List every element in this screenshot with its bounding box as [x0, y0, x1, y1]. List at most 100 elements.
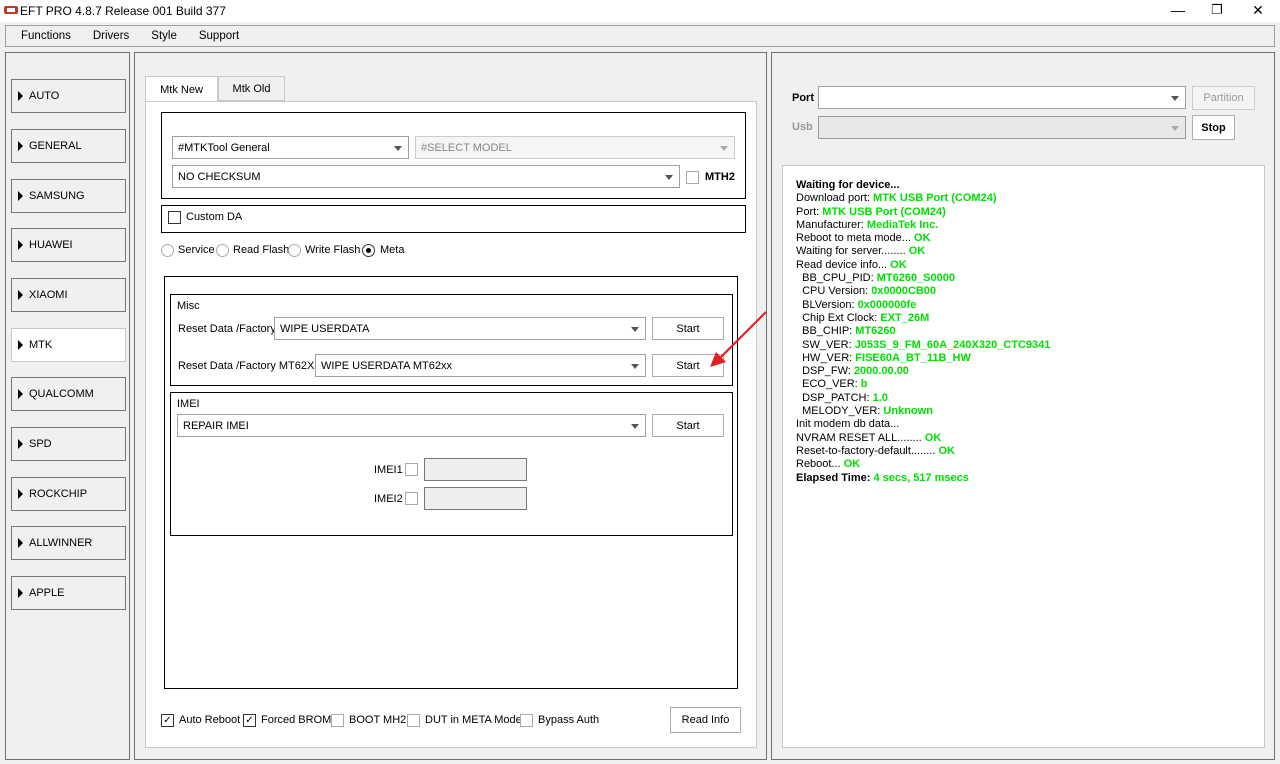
log-text: BB_CPU_PID:	[796, 272, 877, 285]
sidebar-item-qualcomm[interactable]: QUALCOMM	[11, 377, 126, 411]
sidebar-item-general[interactable]: GENERAL	[11, 129, 126, 163]
sidebar-item-samsung[interactable]: SAMSUNG	[11, 179, 126, 213]
reset-factory-mt62xx-select[interactable]: WIPE USERDATA MT62xx	[315, 354, 646, 377]
mth2-checkbox[interactable]	[686, 171, 699, 184]
sidebar-item-apple[interactable]: APPLE	[11, 576, 126, 610]
menu-support[interactable]: Support	[188, 30, 250, 42]
imei1-input[interactable]	[424, 458, 527, 481]
custom-da-checkbox[interactable]	[168, 211, 181, 224]
triangle-right-icon	[18, 91, 23, 101]
usb-select[interactable]	[818, 116, 1186, 139]
menu-style[interactable]: Style	[140, 30, 188, 42]
log-line: Chip Ext Clock: EXT_26M	[796, 312, 1264, 325]
log-line: Reset-to-factory-default........ OK	[796, 445, 1264, 458]
stop-button[interactable]: Stop	[1192, 115, 1235, 140]
sidebar-item-spd[interactable]: SPD	[11, 427, 126, 461]
log-line: BB_CHIP: MT6260	[796, 325, 1264, 338]
imei1-checkbox[interactable]	[405, 463, 418, 476]
triangle-right-icon	[18, 290, 23, 300]
mode-service-radio[interactable]	[161, 244, 174, 257]
tab-mtk-old[interactable]: Mtk Old	[218, 76, 285, 101]
tool-select[interactable]: #MTKTool General	[172, 136, 409, 159]
sidebar-item-allwinner[interactable]: ALLWINNER	[11, 526, 126, 560]
auto-reboot-checkbox[interactable]: ✓	[161, 714, 174, 727]
tab-mtk-new[interactable]: Mtk New	[145, 76, 218, 102]
log-value: OK	[843, 458, 861, 471]
maximize-button[interactable]: ❐	[1197, 0, 1237, 20]
bypass-auth-checkbox[interactable]	[520, 714, 533, 727]
imei-start-button[interactable]: Start	[652, 414, 724, 437]
sidebar-item-label: AUTO	[29, 90, 60, 102]
minimize-button[interactable]: —	[1158, 0, 1198, 20]
sidebar: AUTO GENERAL SAMSUNG HUAWEI XIAOMI MTK Q…	[5, 52, 130, 760]
log-text: BLVersion:	[796, 298, 858, 311]
dut-meta-label: DUT in META Mode	[425, 714, 522, 726]
imei-operation-select[interactable]: REPAIR IMEI	[177, 414, 646, 437]
sidebar-item-auto[interactable]: AUTO	[11, 79, 126, 113]
log-line: Read device info... OK	[796, 259, 1264, 272]
sidebar-item-xiaomi[interactable]: XIAOMI	[11, 278, 126, 312]
chevron-down-icon	[394, 146, 402, 151]
custom-da-group	[161, 205, 746, 233]
mode-read-flash-radio[interactable]	[216, 244, 229, 257]
sidebar-item-label: XIAOMI	[29, 289, 68, 301]
menu-drivers[interactable]: Drivers	[82, 30, 140, 42]
triangle-right-icon	[18, 240, 23, 250]
log-text: Read device info...	[796, 258, 891, 271]
chevron-down-icon	[1171, 126, 1179, 131]
log-value: b	[860, 378, 868, 391]
menu-functions[interactable]: Functions	[10, 30, 82, 42]
mode-write-flash-label: Write Flash	[305, 244, 361, 256]
imei2-checkbox[interactable]	[405, 492, 418, 505]
bypass-auth-label: Bypass Auth	[538, 714, 600, 726]
model-select[interactable]: #SELECT MODEL	[415, 136, 735, 159]
triangle-right-icon	[18, 489, 23, 499]
triangle-right-icon	[18, 141, 23, 151]
log-text: HW_VER:	[796, 351, 856, 364]
log-value: EXT_26M	[880, 311, 930, 324]
window-title: EFT PRO 4.8.7 Release 001 Build 377	[20, 4, 226, 18]
log-text: BB_CHIP:	[796, 325, 856, 338]
imei1-label: IMEI1	[374, 464, 403, 476]
chevron-down-icon	[631, 327, 639, 332]
log-text: Reboot to meta mode...	[796, 232, 915, 245]
imei2-input[interactable]	[424, 487, 527, 510]
log-value: OK	[924, 431, 942, 444]
boot-mh2-checkbox[interactable]	[331, 714, 344, 727]
reset-factory-mt62xx-label: Reset Data /Factory MT62XX	[178, 360, 322, 372]
log-value: J053S_9_FM_60A_240X320_CTC9341	[854, 338, 1051, 351]
mode-service-label: Service	[178, 244, 215, 256]
log-text: Manufacturer:	[796, 218, 867, 231]
log-text: Reset-to-factory-default........	[796, 444, 939, 457]
log-value: 0x000000fe	[857, 298, 917, 311]
reset-factory-select[interactable]: WIPE USERDATA	[274, 317, 646, 340]
read-info-button[interactable]: Read Info	[670, 707, 741, 733]
reset-factory-mt62xx-value: WIPE USERDATA MT62xx	[321, 359, 453, 372]
close-button[interactable]: ✕	[1238, 0, 1278, 20]
mode-meta-radio[interactable]	[362, 244, 375, 257]
log-text: Elapsed Time:	[796, 471, 874, 484]
sidebar-item-rockchip[interactable]: ROCKCHIP	[11, 477, 126, 511]
dut-meta-checkbox[interactable]	[407, 714, 420, 727]
mode-write-flash-radio[interactable]	[288, 244, 301, 257]
forced-brom-checkbox[interactable]: ✓	[243, 714, 256, 727]
log-line: MELODY_VER: Unknown	[796, 405, 1264, 418]
log-text: Download port:	[796, 192, 874, 205]
log-line: CPU Version: 0x0000CB00	[796, 285, 1264, 298]
log-text: DSP_FW:	[796, 365, 854, 378]
button-label: Start	[676, 359, 700, 372]
sidebar-item-label: SAMSUNG	[29, 190, 85, 202]
partition-button[interactable]: Partition	[1192, 86, 1255, 110]
triangle-right-icon	[18, 588, 23, 598]
checksum-select-value: NO CHECKSUM	[178, 170, 261, 183]
checksum-select[interactable]: NO CHECKSUM	[172, 165, 680, 188]
usb-label: Usb	[792, 121, 813, 133]
minimize-icon: —	[1171, 2, 1185, 18]
log-text: NVRAM RESET ALL........	[796, 431, 925, 444]
mth2-label: MTH2	[705, 171, 735, 183]
triangle-right-icon	[18, 340, 23, 350]
sidebar-item-huawei[interactable]: HUAWEI	[11, 228, 126, 262]
port-select[interactable]	[818, 86, 1186, 109]
sidebar-item-mtk[interactable]: MTK	[11, 328, 126, 362]
imei2-label: IMEI2	[374, 493, 403, 505]
